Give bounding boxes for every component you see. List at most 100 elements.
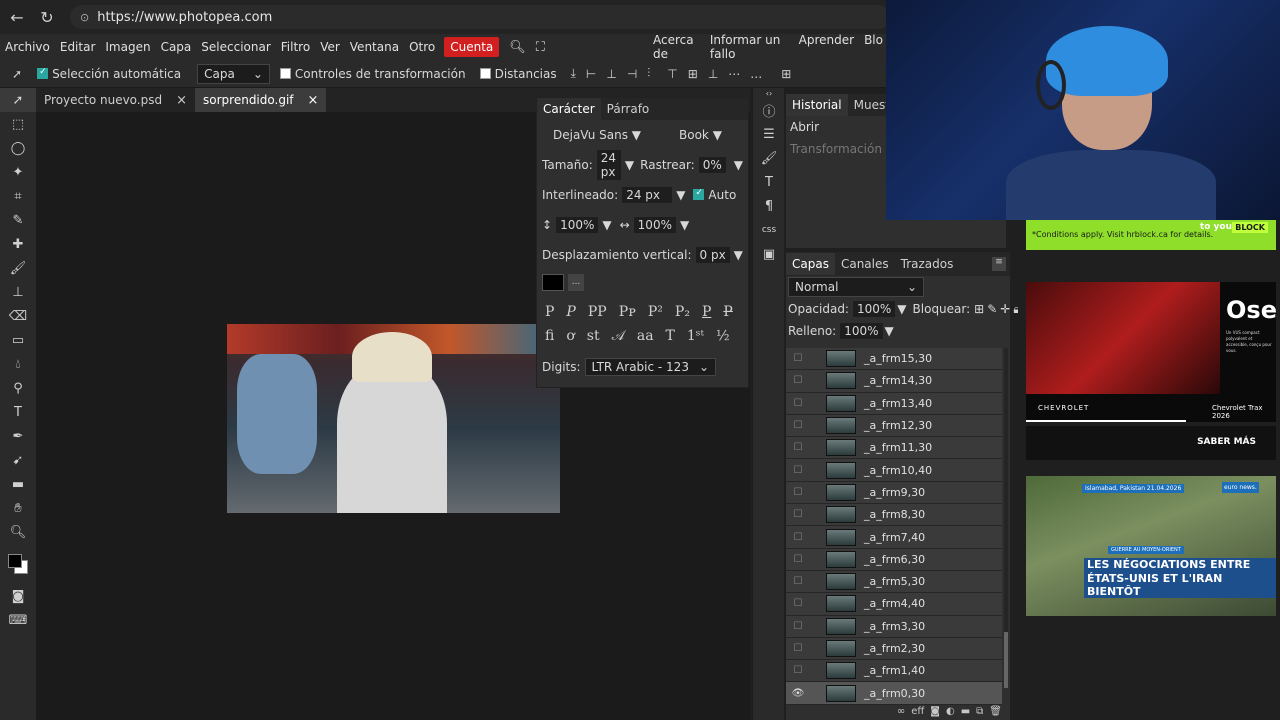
- folder-icon[interactable]: ▬: [961, 706, 970, 717]
- menu-archivo[interactable]: Archivo: [0, 40, 55, 54]
- fill-input[interactable]: 100%: [840, 323, 883, 339]
- layer-row[interactable]: ☐ _a_frm4,40: [786, 593, 1002, 616]
- align-right-icon[interactable]: ⊣: [627, 67, 637, 81]
- menu-otro[interactable]: Otro: [404, 40, 440, 54]
- swash-icon[interactable]: 𝒜: [612, 328, 625, 344]
- address-bar[interactable]: ⊙ https://www.photopea.com: [70, 5, 890, 29]
- auto-select-checkbox[interactable]: Selección automática: [37, 67, 181, 81]
- layer-row[interactable]: ☐ _a_frm2,30: [786, 637, 1002, 661]
- stylistic-alternates-icon[interactable]: aa: [637, 328, 654, 344]
- visibility-toggle[interactable]: ☐: [786, 532, 810, 543]
- menu-acerca[interactable]: Acerca de: [648, 33, 705, 61]
- menu-aprender[interactable]: Aprender: [794, 33, 859, 61]
- fx-icon[interactable]: eff: [911, 706, 924, 717]
- menu-ver[interactable]: Ver: [315, 40, 345, 54]
- menu-seleccionar[interactable]: Seleccionar: [196, 40, 275, 54]
- crop-tool-icon[interactable]: ⌗: [0, 184, 36, 208]
- pen-tool-icon[interactable]: ✒: [0, 424, 36, 448]
- layer-row[interactable]: ☐ _a_frm3,30: [786, 615, 1002, 638]
- marquee-tool-icon[interactable]: ⬚: [0, 112, 36, 136]
- strikethrough-icon[interactable]: P: [723, 304, 732, 320]
- gradient-tool-icon[interactable]: ▭: [0, 328, 36, 352]
- faux-bold-icon[interactable]: P: [545, 304, 554, 320]
- visibility-toggle[interactable]: ☐: [786, 465, 810, 476]
- tab-capas[interactable]: Capas: [786, 253, 835, 275]
- keyboard-icon[interactable]: ⌨: [0, 608, 36, 632]
- text-color-swatch[interactable]: [542, 273, 564, 291]
- visibility-toggle[interactable]: ☐: [786, 665, 810, 676]
- faux-italic-icon[interactable]: P: [566, 304, 575, 320]
- eye-icon[interactable]: 👁︎: [786, 688, 810, 699]
- visibility-toggle[interactable]: ☐: [786, 554, 810, 565]
- shape-tool-icon[interactable]: ▬: [0, 472, 36, 496]
- align-center-icon[interactable]: ⊥: [606, 67, 616, 81]
- all-caps-icon[interactable]: PP: [588, 304, 607, 320]
- collapse-panels-icon[interactable]: ‹›: [753, 88, 785, 98]
- account-button[interactable]: Cuenta: [444, 37, 500, 57]
- ad-chevrolet[interactable]: Ose Un VUS compact polyvalent et accessi…: [1026, 282, 1277, 422]
- menu-blog[interactable]: Blo: [859, 33, 888, 61]
- auto-leading-checkbox[interactable]: Auto: [693, 188, 736, 202]
- character-panel-icon[interactable]: T: [753, 170, 785, 194]
- dropdown-arrow-icon[interactable]: ▼: [625, 158, 634, 172]
- layer-row[interactable]: ☐ _a_frm6,30: [786, 548, 1002, 571]
- baseline-shift-input[interactable]: 0 px: [695, 247, 730, 263]
- align-bottom-icon[interactable]: ⊥: [708, 67, 718, 81]
- tab-sorprendido[interactable]: sorprendido.gif ×: [195, 88, 327, 112]
- contextual-alternates-icon[interactable]: ơ: [566, 328, 574, 344]
- healing-brush-icon[interactable]: ✚: [0, 232, 36, 256]
- more-options-button[interactable]: ...: [568, 273, 584, 291]
- visibility-toggle[interactable]: ☐: [786, 375, 810, 386]
- visibility-toggle[interactable]: ☐: [786, 643, 810, 654]
- layer-row[interactable]: ☐ _a_frm14,30: [786, 370, 1002, 393]
- hand-tool-icon[interactable]: ✋︎: [0, 496, 36, 520]
- layer-row[interactable]: ☐ _a_frm1,40: [786, 660, 1002, 683]
- dropdown-arrow-icon[interactable]: ▼: [680, 218, 689, 232]
- panel-menu-icon[interactable]: ≡: [992, 257, 1006, 271]
- blend-mode-select[interactable]: Normal ⌄: [788, 277, 924, 297]
- back-icon[interactable]: ←: [4, 4, 30, 30]
- paragraph-panel-icon[interactable]: ¶: [753, 194, 785, 218]
- menu-filtro[interactable]: Filtro: [276, 40, 315, 54]
- lock-pixels-icon[interactable]: ✎: [987, 302, 997, 316]
- lock-position-icon[interactable]: ✛: [1000, 302, 1010, 316]
- magic-wand-icon[interactable]: ✦: [0, 160, 36, 184]
- tab-trazados[interactable]: Trazados: [895, 253, 960, 275]
- color-swatches[interactable]: [0, 544, 36, 584]
- site-info-icon[interactable]: ⊙: [80, 11, 89, 24]
- vertical-scale-input[interactable]: 100%: [556, 217, 599, 233]
- leading-input[interactable]: 24 px: [622, 187, 673, 203]
- menu-ventana[interactable]: Ventana: [345, 40, 404, 54]
- distances-checkbox[interactable]: Distancias: [479, 67, 557, 81]
- foreground-color-swatch[interactable]: [8, 554, 22, 568]
- align-left-icon[interactable]: ⊢: [586, 67, 596, 81]
- dropdown-arrow-icon[interactable]: ▼: [734, 248, 743, 262]
- ordinals-icon[interactable]: 1ˢᵗ: [687, 328, 704, 344]
- visibility-toggle[interactable]: ☐: [786, 487, 810, 498]
- layer-row[interactable]: ☐ _a_frm9,30: [786, 481, 1002, 505]
- visibility-toggle[interactable]: ☐: [786, 598, 810, 609]
- trash-icon[interactable]: 🗑︎: [989, 706, 1002, 717]
- layer-row[interactable]: ☐ _a_frm13,40: [786, 392, 1002, 415]
- lasso-tool-icon[interactable]: ◯: [0, 136, 36, 160]
- layer-row[interactable]: ☐ _a_frm12,30: [786, 414, 1002, 438]
- menu-editar[interactable]: Editar: [55, 40, 101, 54]
- path-select-icon[interactable]: ➹: [0, 448, 36, 472]
- dropdown-arrow-icon[interactable]: ▼: [885, 324, 894, 338]
- layer-row[interactable]: ☐ _a_frm5,30: [786, 570, 1002, 594]
- tab-proyecto-nuevo[interactable]: Proyecto nuevo.psd ×: [36, 88, 195, 112]
- transform-controls-checkbox[interactable]: Controles de transformación: [279, 67, 466, 81]
- ligature-icon[interactable]: ﬁ: [545, 328, 554, 344]
- blur-tool-icon[interactable]: 💧︎: [0, 352, 36, 376]
- dropdown-arrow-icon[interactable]: ▼: [734, 158, 743, 172]
- tab-caracter[interactable]: Carácter: [537, 98, 601, 120]
- discretionary-ligature-icon[interactable]: st: [587, 328, 600, 344]
- superscript-icon[interactable]: P²: [648, 304, 663, 320]
- visibility-toggle[interactable]: ☐: [786, 353, 810, 364]
- size-input[interactable]: 24 px: [596, 150, 621, 180]
- tab-parrafo[interactable]: Párrafo: [601, 98, 656, 120]
- dropdown-arrow-icon[interactable]: ▼: [897, 302, 906, 316]
- eyedropper-icon[interactable]: ✎: [0, 208, 36, 232]
- zoom-tool-icon[interactable]: 🔍︎: [0, 520, 36, 544]
- download-icon[interactable]: ⤓: [571, 66, 576, 81]
